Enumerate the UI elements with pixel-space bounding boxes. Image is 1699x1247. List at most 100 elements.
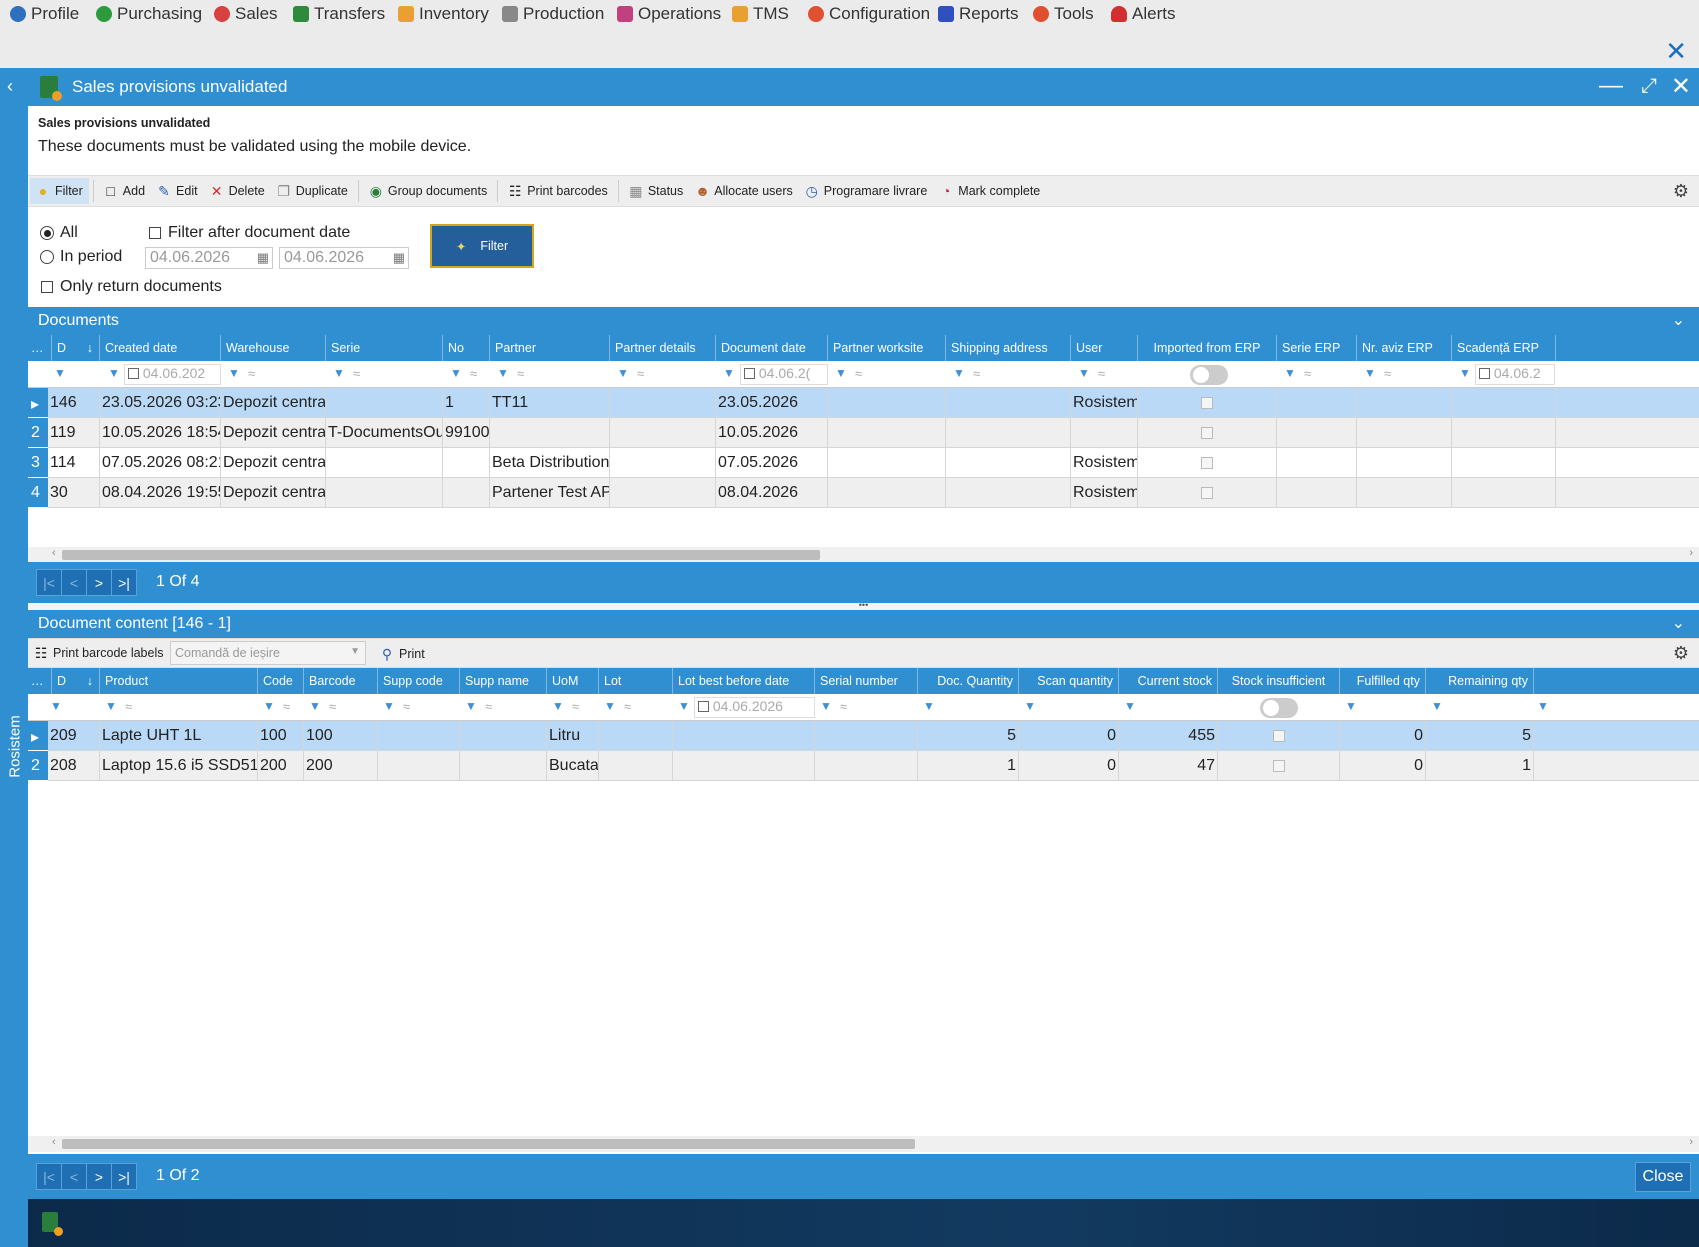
table-row[interactable]: 4 30 08.04.2026 19:55 Depozit central Pa… xyxy=(28,478,1699,508)
filter-funnel-icon[interactable]: ▼ xyxy=(835,367,848,380)
col-header-partner[interactable]: Partner xyxy=(490,335,610,361)
col-header-doc-quantity[interactable]: Doc. Quantity xyxy=(918,668,1019,694)
print-button[interactable]: ⚲ Print xyxy=(374,641,431,667)
menu-production[interactable]: Production xyxy=(502,3,604,25)
imported-checkbox[interactable] xyxy=(1201,397,1213,409)
filter-funnel-icon[interactable]: ▼ xyxy=(383,700,396,713)
print-barcodes-button[interactable]: ☷ Print barcodes xyxy=(502,178,614,204)
col-header-shipping-address[interactable]: Shipping address xyxy=(946,335,1071,361)
filter-funnel-icon[interactable]: ▼ xyxy=(50,700,63,713)
col-header-partner-worksite[interactable]: Partner worksite xyxy=(828,335,946,361)
date-from-input[interactable]: 04.06.2026 ▦ xyxy=(145,247,273,269)
col-header-warehouse[interactable]: Warehouse xyxy=(221,335,326,361)
col-header-partner-details[interactable]: Partner details xyxy=(610,335,716,361)
col-header-user[interactable]: User xyxy=(1071,335,1138,361)
col-header-created-date[interactable]: Created date xyxy=(100,335,221,361)
filter-created-date[interactable]: 04.06.202 xyxy=(124,364,221,385)
filter-funnel-icon[interactable]: ▼ xyxy=(1124,700,1137,713)
col-header-scan-quantity[interactable]: Scan quantity xyxy=(1019,668,1119,694)
col-header-nr-aviz-erp[interactable]: Nr. aviz ERP xyxy=(1357,335,1452,361)
filter-funnel-icon[interactable]: ▼ xyxy=(552,700,565,713)
last-page-button[interactable]: >| xyxy=(111,569,137,596)
col-header-d[interactable]: D ↓ xyxy=(52,668,100,694)
prev-page-button[interactable]: < xyxy=(61,1163,87,1190)
group-documents-button[interactable]: ◉ Group documents xyxy=(363,178,493,204)
table-row[interactable]: 3 114 07.05.2026 08:21 Depozit central B… xyxy=(28,448,1699,478)
col-header-scadenta-erp[interactable]: Scadență ERP xyxy=(1452,335,1556,361)
scroll-left-icon[interactable]: ‹ xyxy=(52,547,56,559)
radio-in-period[interactable]: In period xyxy=(40,248,122,266)
status-button[interactable]: ▦ Status xyxy=(623,178,689,204)
col-header-product[interactable]: Product xyxy=(100,668,258,694)
calendar-icon[interactable]: ▦ xyxy=(257,250,269,266)
filter-funnel-icon[interactable]: ▼ xyxy=(723,367,736,380)
filter-lot-date[interactable]: 04.06.2026 xyxy=(694,697,815,718)
filter-funnel-icon[interactable]: ▼ xyxy=(54,367,67,380)
app-taskbar-icon[interactable] xyxy=(42,1212,63,1236)
imported-checkbox[interactable] xyxy=(1201,427,1213,439)
minimize-icon[interactable]: — xyxy=(1599,72,1623,100)
row-menu-header[interactable]: … xyxy=(28,668,52,694)
filter-funnel-icon[interactable]: ▼ xyxy=(678,700,691,713)
col-header-code[interactable]: Code xyxy=(258,668,304,694)
table-row[interactable]: 2 208 Laptop 15.6 i5 SSD512 200 200 Buca… xyxy=(28,751,1699,781)
filter-funnel-icon[interactable]: ▼ xyxy=(1284,367,1297,380)
col-header-imported-from-erp[interactable]: Imported from ERP xyxy=(1138,335,1277,361)
filter-funnel-icon[interactable]: ▼ xyxy=(1431,700,1444,713)
col-header-d[interactable]: D ↓ xyxy=(52,335,100,361)
menu-configuration[interactable]: Configuration xyxy=(808,3,930,25)
table-row[interactable]: ▸ 146 23.05.2026 03:23 Depozit central 1… xyxy=(28,388,1699,418)
stock-insufficient-checkbox[interactable] xyxy=(1273,730,1285,742)
filter-funnel-icon[interactable]: ▼ xyxy=(228,367,241,380)
mark-complete-button[interactable]: ◔ Mark complete xyxy=(933,178,1046,204)
maximize-icon[interactable]: ⤢ xyxy=(1641,75,1657,98)
filter-funnel-icon[interactable]: ▼ xyxy=(497,367,510,380)
allocate-users-button[interactable]: ☻ Allocate users xyxy=(689,178,799,204)
scrollbar-thumb[interactable] xyxy=(62,550,820,560)
first-page-button[interactable]: |< xyxy=(36,1163,62,1190)
add-button[interactable]: □ Add xyxy=(98,178,151,204)
settings-gear-icon[interactable]: ⚙ xyxy=(1673,181,1689,202)
filter-funnel-icon[interactable]: ▼ xyxy=(820,700,833,713)
settings-gear-icon[interactable]: ⚙ xyxy=(1673,643,1689,664)
filter-funnel-icon[interactable]: ▼ xyxy=(1024,700,1037,713)
wrench-screwdriver-icon[interactable]: ✕ xyxy=(1665,36,1687,67)
stock-insufficient-checkbox[interactable] xyxy=(1273,760,1285,772)
filter-scadenta-date[interactable]: 04.06.2 xyxy=(1475,364,1555,385)
filter-funnel-icon[interactable]: ▼ xyxy=(108,367,121,380)
filter-funnel-icon[interactable]: ▼ xyxy=(105,700,118,713)
table-row[interactable]: 2 119 10.05.2026 18:54 Depozit central T… xyxy=(28,418,1699,448)
chevron-down-icon[interactable]: ⌄ xyxy=(1672,310,1685,330)
prev-page-button[interactable]: < xyxy=(61,569,87,596)
duplicate-button[interactable]: ❐ Duplicate xyxy=(271,178,354,204)
filter-funnel-icon[interactable]: ▼ xyxy=(450,367,463,380)
apply-filter-button[interactable]: ✦ Filter xyxy=(430,224,534,268)
edit-button[interactable]: ✎ Edit xyxy=(151,178,204,204)
filter-funnel-icon[interactable]: ▼ xyxy=(1364,367,1377,380)
col-header-barcode[interactable]: Barcode xyxy=(304,668,378,694)
col-header-lot[interactable]: Lot xyxy=(599,668,673,694)
chevron-left-icon[interactable]: ‹ xyxy=(7,76,13,97)
scroll-right-icon[interactable]: › xyxy=(1689,547,1693,559)
filter-funnel-icon[interactable]: ▼ xyxy=(333,367,346,380)
document-type-select[interactable]: Comandă de ieșire ▼ xyxy=(170,641,366,665)
filter-funnel-icon[interactable]: ▼ xyxy=(604,700,617,713)
menu-reports[interactable]: Reports xyxy=(938,3,1019,25)
menu-inventory[interactable]: Inventory xyxy=(398,3,489,25)
delete-button[interactable]: ✕ Delete xyxy=(204,178,271,204)
first-page-button[interactable]: |< xyxy=(36,569,62,596)
filter-funnel-icon[interactable]: ▼ xyxy=(263,700,276,713)
col-header-current-stock[interactable]: Current stock xyxy=(1119,668,1218,694)
radio-all[interactable]: All xyxy=(40,224,78,242)
documents-horizontal-scrollbar[interactable]: ‹ › xyxy=(28,547,1699,563)
menu-sales[interactable]: Sales xyxy=(214,3,278,25)
filter-funnel-icon[interactable]: ▼ xyxy=(1537,700,1550,713)
row-menu-header[interactable]: … xyxy=(28,335,52,361)
col-header-stock-insufficient[interactable]: Stock insufficient xyxy=(1218,668,1340,694)
menu-tools[interactable]: Tools xyxy=(1033,3,1094,25)
panel-splitter[interactable]: ••• xyxy=(28,601,1699,610)
table-row[interactable]: ▸ 209 Lapte UHT 1L 100 100 Litru 5 0 455… xyxy=(28,721,1699,751)
scroll-right-icon[interactable]: › xyxy=(1689,1136,1693,1148)
scroll-left-icon[interactable]: ‹ xyxy=(52,1136,56,1148)
menu-transfers[interactable]: Transfers xyxy=(293,3,385,25)
